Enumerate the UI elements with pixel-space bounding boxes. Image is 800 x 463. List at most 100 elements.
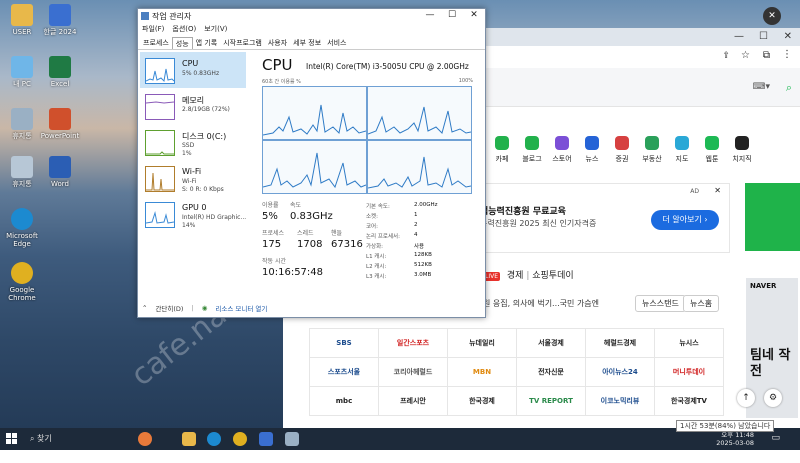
utilization-label: 60초 간 이용률 % <box>262 79 301 85</box>
computer-icon <box>11 56 33 78</box>
hangul-app-icon[interactable] <box>259 432 273 446</box>
notification-icon[interactable]: ▭ <box>771 433 780 443</box>
edge-icon <box>11 208 33 230</box>
press-logo[interactable]: 헤럴드경제 <box>586 329 655 358</box>
webtoon-icon <box>705 136 719 150</box>
task-manager-footer: ⌃ 간단히(D) | ◉ 리소스 모니터 열기 <box>142 303 268 313</box>
close-viewer-icon[interactable]: ✕ <box>763 7 781 25</box>
task-manager-icon <box>141 12 149 20</box>
address-bar[interactable]: ⇪ ☆ ⧉ ⋮ <box>483 46 800 69</box>
press-logo[interactable]: mbc <box>310 387 379 416</box>
resource-wifi[interactable]: Wi-Fi Wi-Fi S: 0 R: 0 Kbps <box>140 160 246 196</box>
press-logo[interactable]: 스포츠서울 <box>310 358 379 387</box>
desktop-icon-word[interactable]: Word <box>38 156 82 188</box>
task-manager-window: 작업 관리자 — ☐ ✕ 파일(F) 옵션(O) 보기(V) 프로세스 성능 앱… <box>137 8 486 318</box>
cpu-thumb-graph <box>145 58 175 84</box>
press-logo[interactable]: SBS <box>310 329 379 358</box>
press-logo[interactable]: 전자신문 <box>517 358 586 387</box>
edge-icon[interactable] <box>207 432 221 446</box>
press-logo[interactable]: 아이뉴스24 <box>586 358 655 387</box>
newsstand-button[interactable]: 뉴스스탠드 <box>635 295 686 312</box>
maximize-icon[interactable]: ☐ <box>441 10 463 20</box>
shortcut-cafe[interactable]: 카페 <box>490 136 514 164</box>
press-logo[interactable]: 코리아헤럴드 <box>379 358 448 387</box>
star-icon[interactable]: ☆ <box>741 50 750 61</box>
press-logo[interactable]: 뉴시스 <box>655 329 724 358</box>
shortcut-bar: 카페 블로그 스토어 뉴스 증권 부동산 지도 웹툰 치지직 <box>490 136 754 164</box>
press-logo[interactable]: 한국경제TV <box>655 387 724 416</box>
clock[interactable]: 오후 11:48 2025-03-08 <box>716 431 754 447</box>
windows-start-icon[interactable] <box>6 433 17 444</box>
keyboard-icon[interactable]: ⌨▾ <box>752 82 770 92</box>
press-logo[interactable]: MBN <box>448 358 517 387</box>
battery-tooltip: 1시간 53분(84%) 남았습니다 <box>676 420 775 432</box>
cpu-core-graph <box>262 140 367 194</box>
fewer-details-button[interactable]: 간단히(D) <box>155 303 183 313</box>
menu-file[interactable]: 파일(F) <box>142 24 164 34</box>
percent-label: 100% <box>458 78 473 84</box>
press-logo[interactable]: 이코노믹리뷰 <box>586 387 655 416</box>
ad-banner[interactable]: AD ✕ 업능력진흥원 무료교육 능력진흥원 2025 최신 인기자격증 더 알… <box>473 183 730 253</box>
shortcut-news[interactable]: 뉴스 <box>580 136 604 164</box>
title-bar[interactable]: 작업 관리자 — ☐ ✕ <box>138 9 485 23</box>
side-ad-image[interactable] <box>745 183 800 251</box>
maximize-icon[interactable]: ☐ <box>759 31 768 42</box>
extension-icon[interactable]: ⧉ <box>763 50 770 61</box>
press-logo[interactable]: 일간스포츠 <box>379 329 448 358</box>
open-resource-monitor-link[interactable]: 리소스 모니터 열기 <box>215 303 267 313</box>
taskbar-search[interactable]: ⌕ 찾기 <box>30 431 130 447</box>
people-icon[interactable] <box>138 432 152 446</box>
press-logo[interactable]: 프레시안 <box>379 387 448 416</box>
menu-view[interactable]: 보기(V) <box>204 24 227 34</box>
naver-tag: NAVER <box>750 282 777 290</box>
shortcut-blog[interactable]: 블로그 <box>520 136 544 164</box>
tab-shopping[interactable]: 쇼핑투데이 <box>532 271 573 281</box>
desktop-icon-powerpoint[interactable]: PowerPoint <box>38 108 82 140</box>
menu-options[interactable]: 옵션(O) <box>172 24 196 34</box>
settings-gear-icon[interactable]: ⚙ <box>764 389 782 407</box>
resource-list: CPU 5% 0.83GHz 메모리 2.8/19GB (72%) 디스크 0(… <box>140 52 246 232</box>
menu-dots-icon[interactable]: ⋮ <box>782 49 792 60</box>
shortcut-store[interactable]: 스토어 <box>550 136 574 164</box>
share-icon[interactable]: ⇪ <box>722 51 730 61</box>
news-headline[interactable]: 원 응집, 의사에 벅기...국민 가슴엔 <box>483 298 599 309</box>
shortcut-chzzk[interactable]: 치지직 <box>730 136 754 164</box>
tab-economy[interactable]: 경제 <box>507 271 524 281</box>
cpu-core-graph <box>367 86 472 140</box>
close-icon[interactable]: ✕ <box>714 186 721 195</box>
close-icon[interactable]: ✕ <box>463 10 485 20</box>
gpu-thumb-graph <box>145 202 175 228</box>
shortcut-realestate[interactable]: 부동산 <box>640 136 664 164</box>
file-explorer-icon[interactable] <box>182 432 196 446</box>
press-logo[interactable]: 한국경제 <box>448 387 517 416</box>
chrome-icon <box>11 262 33 284</box>
recycle-bin-icon <box>11 108 33 130</box>
minimize-icon[interactable]: — <box>419 10 441 20</box>
desktop-icon-edge[interactable]: Microsoft Edge <box>0 208 44 248</box>
search-icon[interactable]: ⌕ <box>786 81 792 95</box>
press-logo[interactable]: 뉴데일리 <box>448 329 517 358</box>
resource-cpu[interactable]: CPU 5% 0.83GHz <box>140 52 246 88</box>
shortcut-stock[interactable]: 증권 <box>610 136 634 164</box>
resource-disk[interactable]: 디스크 0(C:) SSD 1% <box>140 124 246 160</box>
resource-gpu[interactable]: GPU 0 Intel(R) HD Graphic... 14% <box>140 196 246 232</box>
learn-more-button[interactable]: 더 알아보기 › <box>651 210 719 230</box>
shortcut-map[interactable]: 지도 <box>670 136 694 164</box>
chrome-icon[interactable] <box>233 432 247 446</box>
scroll-top-button[interactable]: ↑ <box>737 389 755 407</box>
press-logo[interactable]: 머니투데이 <box>655 358 724 387</box>
desktop-icon-hangul[interactable]: 한글 2024 <box>38 4 82 36</box>
resource-memory[interactable]: 메모리 2.8/19GB (72%) <box>140 88 246 124</box>
desktop-icon-chrome[interactable]: Google Chrome <box>0 262 44 302</box>
menu-bar: 파일(F) 옵션(O) 보기(V) <box>142 24 227 34</box>
desktop-icon-excel[interactable]: Excel <box>38 56 82 88</box>
resource-monitor-icon: ◉ <box>201 304 208 312</box>
newshome-button[interactable]: 뉴스홈 <box>683 295 720 312</box>
task-manager-taskbar-icon[interactable] <box>285 432 299 446</box>
minimize-icon[interactable]: — <box>734 31 744 42</box>
press-logo[interactable]: TV REPORT <box>517 387 586 416</box>
press-logo[interactable]: 서울경제 <box>517 329 586 358</box>
shortcut-webtoon[interactable]: 웹툰 <box>700 136 724 164</box>
close-icon[interactable]: ✕ <box>784 31 792 42</box>
right-ad-text: 팀네 작전 <box>750 348 791 379</box>
